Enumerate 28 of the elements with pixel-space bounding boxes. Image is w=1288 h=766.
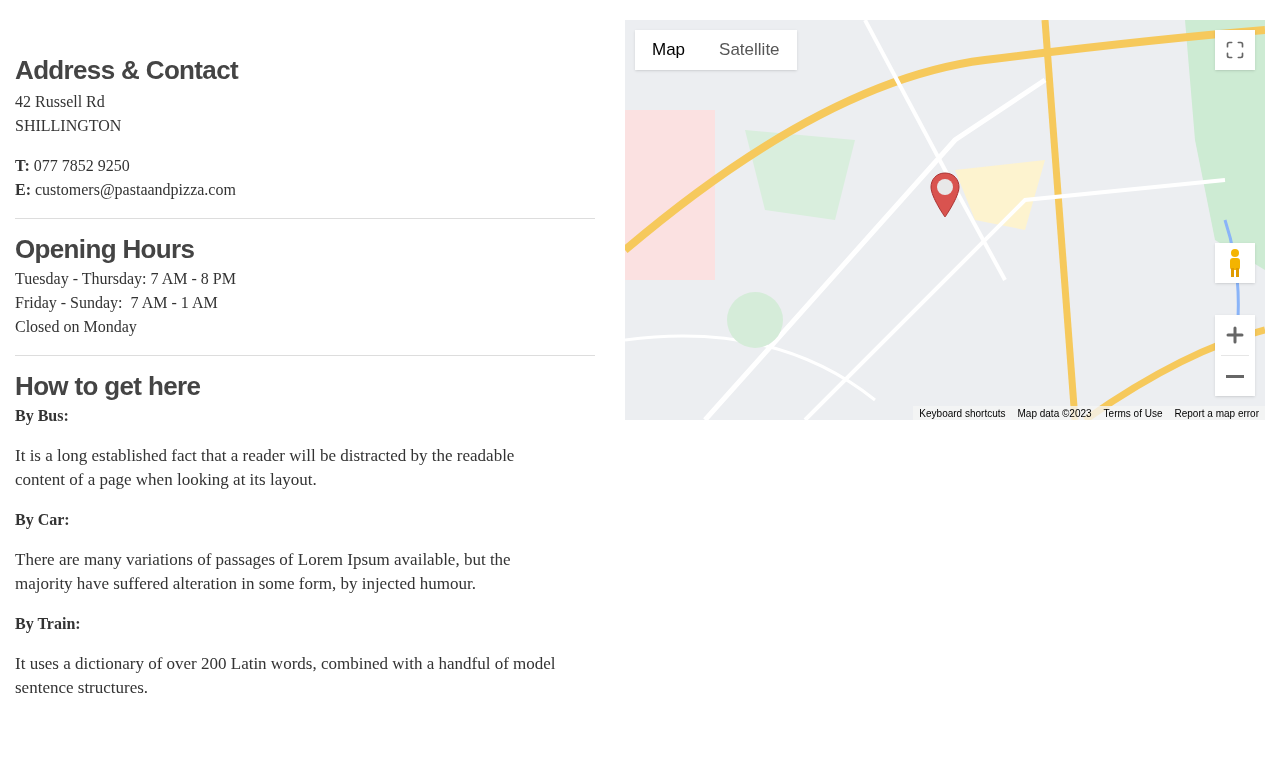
section-heading: Opening Hours [15, 233, 196, 265]
transport-heading: By Train: [15, 614, 82, 635]
map-type-tab[interactable]: Satellite [702, 30, 797, 70]
transport-description: It is a long established fact that a reader will be distracted by the readable content of a page when looking at its layout. [15, 445, 516, 491]
hours-line: Friday - Sunday: 7 AM - 1 AM [15, 293, 219, 314]
transport-heading: By Bus: [15, 406, 70, 427]
map-footer-link[interactable]: Map data ©2023 [1017, 405, 1092, 420]
map-footer-link[interactable]: Report a map error [1174, 405, 1259, 420]
transport-description: There are many variations of passages of Lorem Ipsum available, but the majority have suffered alteration in some form, by injected humour. [15, 549, 512, 595]
contact-line: T: 077 7852 9250 [15, 156, 131, 176]
transport-heading: By Car: [15, 510, 71, 531]
address-line: 42 Russell Rd [15, 92, 106, 112]
map-footer-link[interactable]: Terms of Use [1103, 405, 1163, 420]
section-heading: How to get here [15, 370, 202, 402]
map[interactable]: Map Satellite Keyboard shortcuts Map data ©2023 Terms of Use Report a map error [625, 20, 1265, 420]
map-footer-link[interactable]: Keyboard shortcuts [919, 405, 1006, 420]
fullscreen-button[interactable] [1215, 30, 1255, 70]
hours-line: Tuesday - Thursday: 7 AM - 8 PM [15, 269, 237, 290]
person-icon [1227, 248, 1243, 278]
hours-line: Closed on Monday [15, 317, 138, 338]
map-type-tab[interactable]: Map [635, 30, 703, 70]
section-heading: Address & Contact [15, 54, 240, 86]
address-line: SHILLINGTON [15, 116, 123, 136]
transport-description: It uses a dictionary of over 200 Latin words, combined with a handful of model sentence structures. [15, 653, 557, 699]
fullscreen-icon [1225, 40, 1245, 60]
map-pin-icon [930, 172, 960, 218]
minus-icon [1226, 374, 1244, 378]
contact-line: E: customers@pastaandpizza.com [15, 180, 237, 201]
